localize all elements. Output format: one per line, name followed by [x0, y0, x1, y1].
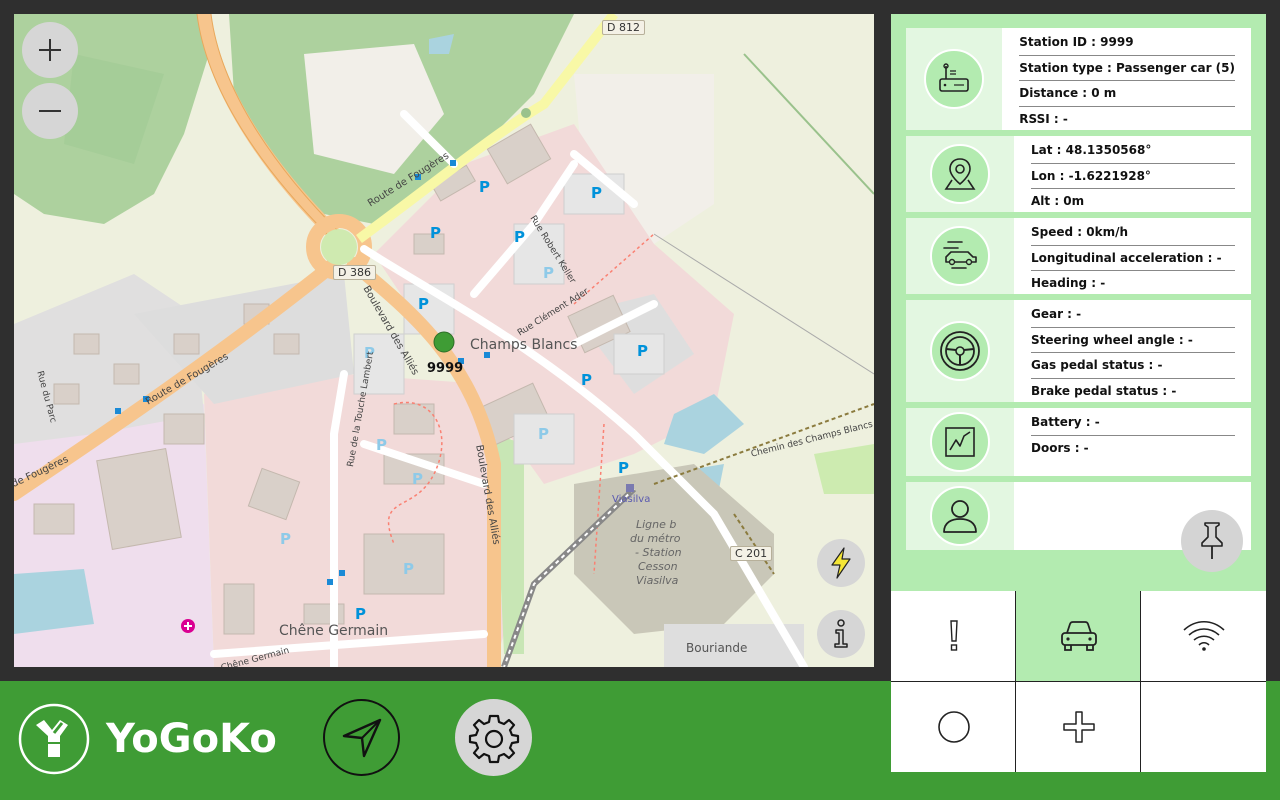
user-icon	[943, 500, 977, 533]
motion-speed: Speed : 0km/h	[1031, 220, 1235, 246]
bottom-bar-under-grid	[891, 772, 1280, 800]
bottom-bar: YoGoKo	[0, 681, 891, 800]
plus-outline-icon	[1062, 711, 1095, 743]
area-label-ligne-b: Ligne b	[636, 518, 677, 531]
info-icon	[834, 619, 848, 648]
map-view[interactable]: P P P P P P P P P P P P P P P P D 812 D …	[14, 14, 874, 667]
vehicle-mode-button[interactable]	[1016, 591, 1141, 681]
svg-text:P: P	[538, 425, 549, 443]
position-lon: Lon : -1.6221928°	[1031, 164, 1235, 189]
navigate-button[interactable]	[323, 699, 400, 776]
place-label-champs-blancs: Champs Blancs	[470, 337, 578, 353]
yogoko-logo-icon	[18, 703, 90, 775]
svg-text:P: P	[418, 295, 429, 313]
station-rssi: RSSI : -	[1019, 111, 1068, 126]
map-pin-icon	[944, 158, 976, 190]
svg-text:P: P	[430, 224, 441, 242]
svg-text:P: P	[479, 178, 490, 196]
station-info-row: Station ID : 9999 Station type : Passeng…	[906, 28, 1251, 130]
svg-text:P: P	[618, 459, 629, 477]
app-root: P P P P P P P P P P P P P P P P D 812 D …	[0, 0, 1280, 800]
exclamation-icon	[949, 620, 958, 651]
area-label-station: - Station	[635, 546, 682, 559]
empty-mode-button[interactable]	[1141, 682, 1266, 772]
circle-mode-button[interactable]	[891, 682, 1016, 772]
pushpin-icon	[1201, 522, 1223, 559]
svg-text:P: P	[591, 184, 602, 202]
lightning-icon	[831, 547, 851, 579]
svg-text:P: P	[637, 342, 648, 360]
station-icon-badge	[924, 49, 985, 109]
car-icon	[1060, 621, 1097, 651]
minus-icon	[39, 110, 61, 112]
svg-text:P: P	[412, 470, 423, 488]
place-label-viasilva: Viasilva	[612, 494, 651, 505]
station-id: Station ID : 9999	[1019, 30, 1235, 56]
plus-icon	[39, 39, 61, 61]
brand-logo: YoGoKo	[18, 703, 277, 775]
speeding-car-icon	[943, 241, 977, 269]
station-marker-label[interactable]: 9999	[427, 361, 463, 376]
place-label-chene-germain: Chêne Germain	[279, 623, 389, 639]
status-info-row: Battery : - Doors : -	[906, 408, 1251, 476]
area-label-cesson: Cesson	[638, 560, 678, 573]
wifi-icon	[1182, 620, 1225, 651]
navigation-arrow-icon	[342, 718, 381, 757]
area-label-du-metro: du métro	[630, 532, 681, 545]
svg-text:P: P	[543, 264, 554, 282]
driving-gear: Gear : -	[1031, 302, 1235, 328]
chart-icon	[945, 427, 975, 457]
place-label-bouriande: Bouriande	[686, 641, 748, 655]
svg-text:P: P	[514, 228, 525, 246]
mode-button-grid	[891, 591, 1266, 772]
zoom-out-button[interactable]	[22, 83, 78, 139]
flash-button[interactable]	[817, 539, 865, 587]
brand-name: YoGoKo	[106, 716, 277, 762]
circle-icon	[937, 711, 970, 743]
motion-heading: Heading : -	[1031, 276, 1106, 290]
svg-text:P: P	[355, 605, 366, 623]
motion-info-row: Speed : 0km/h Longitudinal acceleration …	[906, 218, 1251, 294]
position-info-row: Lat : 48.1350568° Lon : -1.6221928° Alt …	[906, 136, 1251, 212]
steering-wheel-icon	[940, 331, 980, 371]
zoom-in-button[interactable]	[22, 22, 78, 78]
road-shield-d812: D 812	[602, 20, 645, 35]
station-distance: Distance : 0 m	[1019, 81, 1235, 107]
road-shield-c201: C 201	[730, 546, 773, 561]
svg-text:P: P	[376, 436, 387, 454]
driving-gas-pedal: Gas pedal status : -	[1031, 353, 1235, 379]
svg-text:P: P	[403, 560, 414, 578]
user-icon-badge	[930, 486, 990, 546]
position-icon-badge	[930, 144, 990, 204]
driving-icon-badge	[930, 321, 990, 381]
status-doors: Doors : -	[1031, 440, 1089, 455]
status-icon-badge	[930, 412, 990, 472]
svg-text:P: P	[280, 530, 291, 548]
svg-text:P: P	[581, 371, 592, 389]
wireless-mode-button[interactable]	[1141, 591, 1266, 681]
driving-info-row: Gear : - Steering wheel angle : - Gas pe…	[906, 300, 1251, 402]
station-info-panel: Station ID : 9999 Station type : Passeng…	[891, 14, 1266, 591]
pin-button[interactable]	[1181, 510, 1243, 572]
driving-steering-angle: Steering wheel angle : -	[1031, 328, 1235, 353]
driving-brake-pedal: Brake pedal status : -	[1031, 383, 1177, 398]
station-type: Station type : Passenger car (5)	[1019, 56, 1235, 81]
position-alt: Alt : 0m	[1031, 194, 1085, 208]
gear-icon	[468, 714, 519, 763]
router-icon	[939, 63, 969, 92]
station-marker[interactable]	[434, 332, 456, 354]
motion-icon-badge	[930, 226, 990, 286]
motion-acceleration: Longitudinal acceleration : -	[1031, 246, 1235, 271]
add-mode-button[interactable]	[1016, 682, 1141, 772]
alert-mode-button[interactable]	[891, 591, 1016, 681]
area-label-viasilva: Viasilva	[636, 574, 679, 587]
info-button[interactable]	[817, 610, 865, 658]
road-shield-d386: D 386	[333, 265, 376, 280]
position-lat: Lat : 48.1350568°	[1031, 138, 1235, 164]
status-battery: Battery : -	[1031, 410, 1235, 436]
settings-button[interactable]	[455, 699, 532, 776]
grid-divider	[891, 681, 1266, 682]
